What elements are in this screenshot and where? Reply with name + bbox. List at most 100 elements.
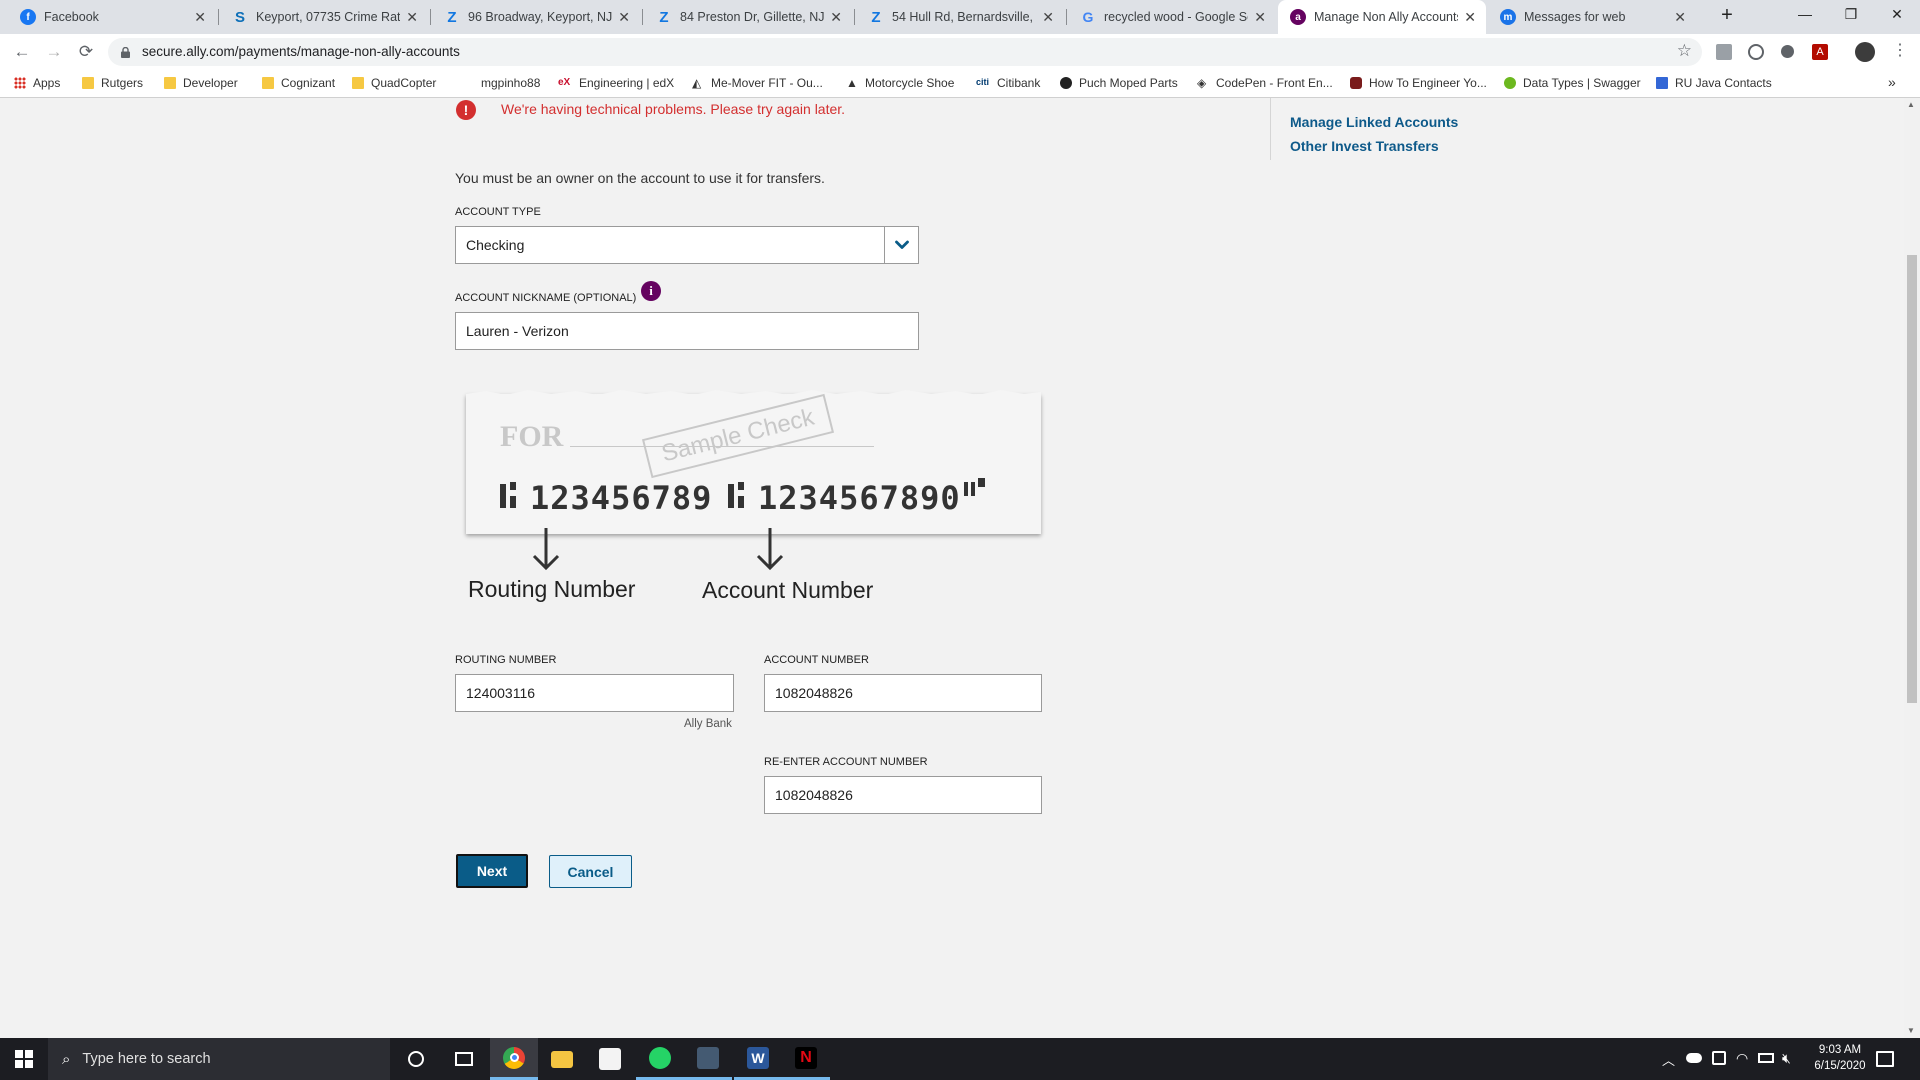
tab-zillow-broadway[interactable]: Z 96 Broadway, Keyport, NJ 0 ✕ <box>432 0 640 34</box>
reenter-account-label: RE-ENTER ACCOUNT NUMBER <box>764 756 928 768</box>
bookmark-label: Rutgers <box>101 76 144 90</box>
bookmark-cognizant[interactable]: Cognizant <box>262 76 335 90</box>
bookmark-developer[interactable]: Developer <box>164 76 238 90</box>
zillow-icon: Z <box>871 8 881 26</box>
bookmark-ru-java[interactable]: RU Java Contacts <box>1656 76 1772 90</box>
bookmark-rutgers[interactable]: Rutgers <box>82 76 143 90</box>
reload-button[interactable]: ⟳ <box>74 40 98 64</box>
close-icon[interactable]: ✕ <box>194 9 206 26</box>
restore-button[interactable]: ❐ <box>1828 0 1874 30</box>
tab-title: 54 Hull Rd, Bernardsville, N <box>892 10 1037 24</box>
nickname-input[interactable]: Lauren - Verizon <box>455 312 919 350</box>
extension-icon[interactable] <box>1716 44 1732 60</box>
new-tab-button[interactable]: + <box>1704 1 1750 31</box>
taskbar-search-box[interactable]: ⌕ Type here to search <box>48 1038 390 1080</box>
taskbar-store[interactable] <box>586 1038 634 1080</box>
back-button[interactable]: ← <box>10 40 34 64</box>
down-arrow-icon <box>756 528 784 571</box>
tab-messages[interactable]: m Messages for web ✕ <box>1488 0 1696 34</box>
bookmark-label: Data Types | Swagger <box>1523 76 1641 90</box>
taskbar-netflix[interactable]: N <box>782 1038 830 1080</box>
bookmark-memover[interactable]: ◭ Me-Mover FIT - Ou... <box>692 76 823 90</box>
avatar[interactable] <box>1855 42 1875 62</box>
bookmark-swagger[interactable]: Data Types | Swagger <box>1504 76 1641 90</box>
taskbar-pen-app[interactable] <box>684 1038 732 1080</box>
bookmark-motorcycle-shoe[interactable]: ▲ Motorcycle Shoe <box>846 76 954 90</box>
taskbar-file-explorer[interactable] <box>538 1038 586 1080</box>
star-icon[interactable]: ☆ <box>1677 41 1692 61</box>
tray-app-icon[interactable] <box>1712 1051 1726 1065</box>
bookmark-puch[interactable]: Puch Moped Parts <box>1060 76 1178 90</box>
taskbar-chrome[interactable] <box>490 1038 538 1080</box>
close-icon[interactable]: ✕ <box>406 9 418 26</box>
notifications-icon[interactable] <box>1876 1051 1894 1067</box>
close-icon[interactable]: ✕ <box>830 9 842 26</box>
tab-crime-rates[interactable]: S Keyport, 07735 Crime Rates ✕ <box>220 0 428 34</box>
chevron-down-icon[interactable] <box>884 227 918 263</box>
pdf-extension-icon[interactable]: A <box>1812 44 1828 60</box>
windows-start-button[interactable] <box>0 1038 48 1080</box>
url-text: secure.ally.com/payments/manage-non-ally… <box>142 44 460 59</box>
bookmark-quadcopter[interactable]: QuadCopter <box>352 76 436 90</box>
task-view-button[interactable] <box>440 1038 488 1080</box>
tab-ally-active[interactable]: a Manage Non Ally Accounts ✕ <box>1278 0 1486 34</box>
menu-icon[interactable]: ⋮ <box>1892 40 1908 60</box>
bookmark-codepen[interactable]: ◈ CodePen - Front En... <box>1197 76 1333 90</box>
account-number-input[interactable]: 1082048826 <box>764 674 1042 712</box>
tab-google-search[interactable]: G recycled wood - Google Sea ✕ <box>1068 0 1276 34</box>
extension-icon[interactable] <box>1781 45 1794 58</box>
bookmark-label: Engineering | edX <box>579 76 675 90</box>
page-scrollbar[interactable]: ▲ ▼ <box>1904 98 1920 1038</box>
tray-chevron-icon[interactable]: ︿ <box>1662 1050 1675 1069</box>
next-button[interactable]: Next <box>456 854 528 888</box>
gear-icon <box>1060 77 1072 89</box>
scroll-down-arrow-icon[interactable]: ▼ <box>1907 1026 1915 1035</box>
cortana-button[interactable] <box>392 1038 440 1080</box>
address-bar[interactable]: secure.ally.com/payments/manage-non-ally… <box>108 38 1702 66</box>
close-icon[interactable]: ✕ <box>1042 9 1054 26</box>
bookmark-citibank[interactable]: citi Citibank <box>976 76 1040 90</box>
close-icon[interactable]: ✕ <box>1464 9 1476 26</box>
taskbar: ⌕ Type here to search W N ︿ ◠ 🔇︎ 9:03 AM… <box>0 1038 1920 1080</box>
bookmark-mgpinho[interactable]: mgpinho88 <box>462 76 540 90</box>
extension-icon[interactable] <box>1748 44 1764 60</box>
tab-zillow-preston[interactable]: Z 84 Preston Dr, Gillette, NJ 0 ✕ <box>644 0 852 34</box>
taskbar-whatsapp[interactable] <box>636 1038 684 1080</box>
clock[interactable]: 9:03 AM 6/15/2020 <box>1804 1042 1876 1074</box>
bookmark-edx[interactable]: eX Engineering | edX <box>558 76 674 90</box>
manage-linked-accounts-link[interactable]: Manage Linked Accounts <box>1290 114 1458 130</box>
routing-number-input[interactable]: 124003116 <box>455 674 734 712</box>
close-icon[interactable]: ✕ <box>1674 9 1686 26</box>
scrollbar-thumb[interactable] <box>1907 255 1917 703</box>
taskbar-word[interactable]: W <box>734 1038 782 1080</box>
zillow-icon: Z <box>659 8 669 26</box>
check-for-text: FOR <box>500 420 564 453</box>
battery-icon[interactable] <box>1758 1053 1774 1063</box>
folder-icon <box>164 77 176 89</box>
doc-icon <box>1656 77 1668 89</box>
wifi-icon[interactable]: ◠ <box>1736 1050 1748 1067</box>
account-type-select[interactable]: Checking <box>455 226 919 264</box>
close-icon[interactable]: ✕ <box>618 9 630 26</box>
search-placeholder: Type here to search <box>82 1051 211 1067</box>
cancel-button[interactable]: Cancel <box>549 855 632 888</box>
minimize-button[interactable]: — <box>1782 0 1828 30</box>
window-close-button[interactable]: ✕ <box>1874 0 1920 30</box>
tab-facebook[interactable]: f Facebook ✕ <box>8 0 216 34</box>
bookmark-apps[interactable]: Apps <box>14 76 60 90</box>
tab-zillow-hull[interactable]: Z 54 Hull Rd, Bernardsville, N ✕ <box>856 0 1064 34</box>
micr-transit-symbol <box>728 484 734 508</box>
reenter-account-input[interactable]: 1082048826 <box>764 776 1042 814</box>
clock-date: 6/15/2020 <box>1814 1060 1866 1072</box>
volume-muted-icon[interactable]: 🔇︎ <box>1782 1050 1791 1067</box>
close-icon[interactable]: ✕ <box>1254 9 1266 26</box>
file-explorer-icon <box>551 1050 573 1068</box>
other-invest-transfers-link[interactable]: Other Invest Transfers <box>1290 138 1439 154</box>
scroll-up-arrow-icon[interactable]: ▲ <box>1907 100 1915 109</box>
info-icon[interactable]: i <box>641 281 661 301</box>
bookmark-how-to-engineer[interactable]: How To Engineer Yo... <box>1350 76 1487 90</box>
bookmark-label: CodePen - Front En... <box>1216 76 1333 90</box>
onedrive-icon[interactable] <box>1686 1053 1702 1063</box>
bookmarks-overflow-button[interactable]: » <box>1888 74 1896 90</box>
forward-button[interactable]: → <box>42 40 66 64</box>
